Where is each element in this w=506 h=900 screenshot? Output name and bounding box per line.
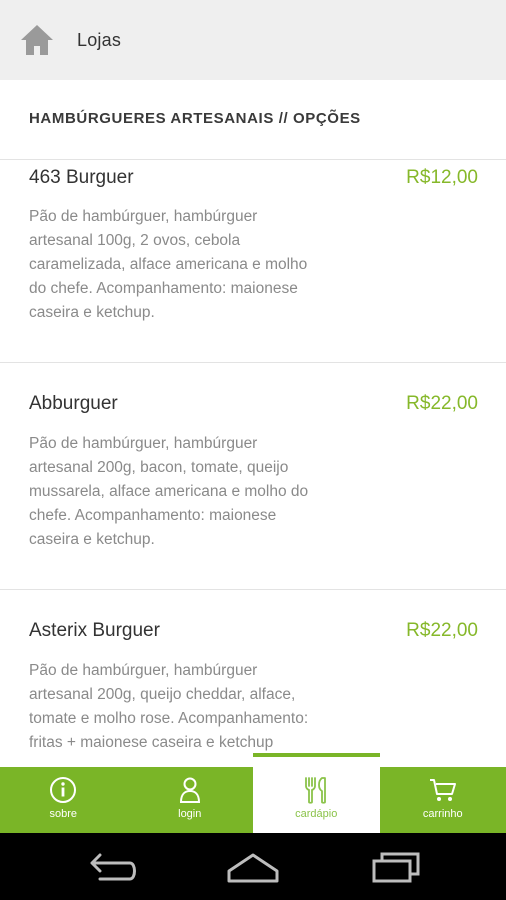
item-description: Pão de hambúrguer, hambúrguer artesanal … (29, 432, 359, 552)
info-icon (48, 776, 78, 804)
category-header: HAMBÚRGUERES ARTESANAIS // OPÇÕES (0, 80, 506, 160)
item-name: Abburguer (29, 393, 118, 414)
description-line: Pão de hambúrguer, hambúrguer (29, 435, 258, 452)
recent-apps-icon (372, 852, 420, 883)
description-line: do chefe. Acompanhamento: maionese (29, 280, 298, 297)
category-title: HAMBÚRGUERES ARTESANAIS // OPÇÕES (29, 110, 361, 127)
tab-label: carrinho (422, 808, 463, 820)
description-line: artesanal 100g, 2 ovos, cebola (29, 232, 241, 249)
home-button[interactable] (18, 22, 56, 58)
tab-label: login (178, 808, 202, 820)
menu-item[interactable]: Asterix Burguer R$22,00 Pão de hambúrgue… (0, 590, 506, 767)
home-icon (21, 25, 53, 55)
tab-label: cardápio (295, 808, 338, 820)
home-system-button[interactable] (225, 849, 281, 885)
recent-apps-button[interactable] (368, 849, 424, 885)
home-icon (227, 853, 279, 883)
cutlery-icon (301, 776, 331, 804)
menu-list[interactable]: 463 Burguer R$12,00 Pão de hambúrguer, h… (0, 161, 506, 767)
user-icon (175, 776, 205, 804)
description-line: chefe. Acompanhamento: maionese (29, 507, 277, 524)
description-line: mussarela, alface americana e molho do (29, 483, 309, 500)
description-line: artesanal 200g, bacon, tomate, queijo (29, 459, 289, 476)
page-title: Lojas (77, 30, 122, 50)
item-price: R$22,00 (406, 620, 478, 641)
cart-icon (428, 776, 458, 804)
description-line: fritas + maionese caseira e ketchup (29, 734, 274, 751)
tab-carrinho[interactable]: carrinho (380, 767, 506, 833)
item-name: 463 Burguer (29, 167, 134, 188)
description-line: caseira e ketchup. (29, 531, 155, 548)
description-line: caseira e ketchup. (29, 304, 155, 321)
description-line: artesanal 200g, queijo cheddar, alface, (29, 686, 296, 703)
item-name: Asterix Burguer (29, 620, 160, 641)
menu-item[interactable]: 463 Burguer R$12,00 Pão de hambúrguer, h… (0, 161, 506, 363)
item-price: R$12,00 (406, 167, 478, 188)
tab-login[interactable]: login (127, 767, 254, 833)
tab-cardapio[interactable]: cardápio (253, 753, 380, 833)
item-description: Pão de hambúrguer, hambúrguer artesanal … (29, 205, 359, 325)
description-line: Pão de hambúrguer, hambúrguer (29, 208, 258, 225)
tab-label: sobre (49, 808, 78, 820)
description-line: caramelizada, alface americana e molho (29, 256, 308, 273)
menu-item[interactable]: Abburguer R$22,00 Pão de hambúrguer, ham… (0, 363, 506, 590)
back-button[interactable] (86, 849, 142, 885)
item-price: R$22,00 (406, 393, 478, 414)
tab-sobre[interactable]: sobre (0, 767, 127, 833)
system-navigation-bar (0, 833, 506, 900)
description-line: Pão de hambúrguer, hambúrguer (29, 662, 258, 679)
item-description: Pão de hambúrguer, hambúrguer artesanal … (29, 659, 359, 755)
top-app-bar: Lojas (0, 0, 506, 80)
description-line: tomate e molho rose. Acompanhamento: (29, 710, 309, 727)
bottom-navigation: sobre login cardápio carrinho (0, 753, 506, 833)
back-icon (90, 853, 136, 881)
